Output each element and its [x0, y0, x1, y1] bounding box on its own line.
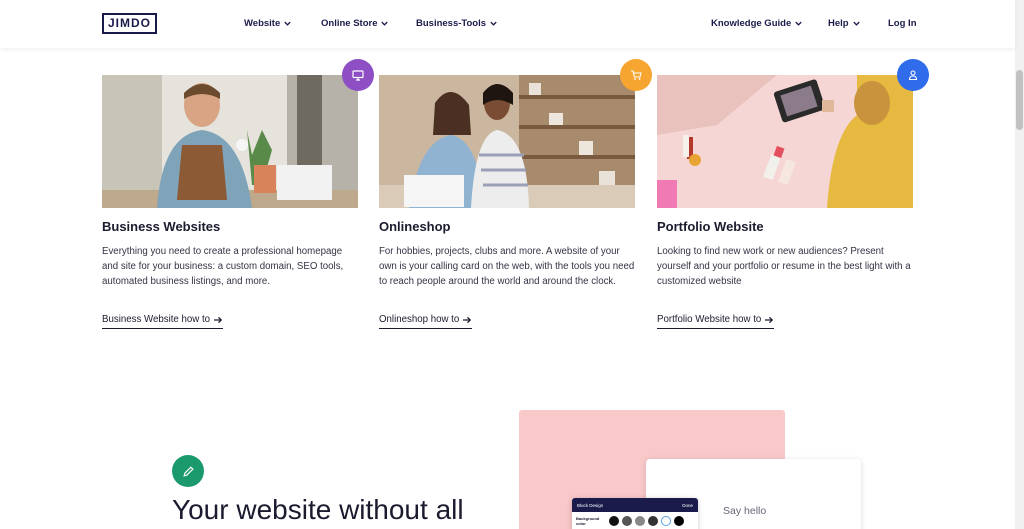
- card-link-business-website[interactable]: Business Website how to: [102, 314, 224, 329]
- nav-website-label: Website: [244, 18, 281, 29]
- card-description: Everything you need to create a professi…: [102, 246, 344, 287]
- chevron-down-icon: [794, 19, 803, 28]
- arrow-right-icon: [765, 316, 774, 323]
- person-icon: [908, 70, 918, 81]
- pencil-icon: [182, 465, 194, 477]
- chevron-down-icon: [283, 19, 292, 28]
- nav-online-store[interactable]: Online Store: [321, 18, 389, 29]
- cart-badge: [620, 59, 652, 91]
- card-image-onlineshop: [379, 75, 635, 208]
- nav-online-store-label: Online Store: [321, 18, 378, 29]
- card-link-portfolio-website[interactable]: Portfolio Website how to: [657, 314, 775, 329]
- scrollbar-thumb[interactable]: [1016, 70, 1023, 130]
- card-link-label: Onlineshop how to: [379, 314, 460, 325]
- card-onlineshop: Onlineshop For hobbies, projects, clubs …: [379, 75, 635, 329]
- site-header: JIMDO Website Online Store Business-Tool…: [0, 0, 1015, 48]
- person-badge: [897, 59, 929, 91]
- card-business-websites: Business Websites Everything you need to…: [102, 75, 358, 329]
- color-swatch[interactable]: [622, 516, 632, 526]
- color-swatch[interactable]: [609, 516, 619, 526]
- monitor-icon: [352, 70, 364, 81]
- color-swatch-selected[interactable]: [661, 516, 671, 526]
- pencil-badge: [172, 455, 204, 487]
- panel-title: Block Design: [577, 502, 604, 508]
- card-description: Looking to find new work or new audience…: [657, 246, 911, 287]
- color-swatch[interactable]: [635, 516, 645, 526]
- card-title: Portfolio Website: [657, 219, 764, 234]
- nav-help-label: Help: [828, 18, 849, 29]
- card-link-label: Business Website how to: [102, 314, 211, 325]
- say-hello-text: Say hello: [723, 505, 767, 517]
- card-title: Onlineshop: [379, 219, 451, 234]
- card-image-business: [102, 75, 358, 208]
- background-color-label: Background color: [576, 516, 600, 526]
- card-image-portfolio: [657, 75, 913, 208]
- monitor-badge: [342, 59, 374, 91]
- nav-help[interactable]: Help: [828, 18, 861, 29]
- panel-header: Block Design Done: [572, 498, 698, 512]
- chevron-down-icon: [380, 19, 389, 28]
- color-swatch[interactable]: [674, 516, 684, 526]
- card-portfolio: Portfolio Website Looking to find new wo…: [657, 75, 913, 329]
- nav-knowledge-guide[interactable]: Knowledge Guide: [711, 18, 803, 29]
- card-description: For hobbies, projects, clubs and more. A…: [379, 246, 635, 287]
- panel-done-button[interactable]: Done: [682, 503, 693, 508]
- chevron-down-icon: [852, 19, 861, 28]
- block-design-panel: Block Design Done Background color: [572, 498, 698, 529]
- jimdo-logo[interactable]: JIMDO: [102, 13, 157, 34]
- cart-icon: [631, 70, 642, 80]
- page-scrollbar[interactable]: [1015, 0, 1024, 529]
- section-heading: Your website without all: [172, 494, 464, 525]
- chevron-down-icon: [489, 19, 498, 28]
- nav-website[interactable]: Website: [244, 18, 292, 29]
- login-link[interactable]: Log In: [888, 18, 917, 29]
- nav-business-tools[interactable]: Business-Tools: [416, 18, 498, 29]
- card-link-onlineshop[interactable]: Onlineshop how to: [379, 314, 473, 329]
- color-swatch[interactable]: [648, 516, 658, 526]
- arrow-right-icon: [463, 316, 472, 323]
- panel-body: Background color: [572, 512, 698, 529]
- card-title: Business Websites: [102, 219, 221, 234]
- arrow-right-icon: [214, 316, 223, 323]
- card-link-label: Portfolio Website how to: [657, 314, 762, 325]
- nav-business-tools-label: Business-Tools: [416, 18, 487, 29]
- nav-knowledge-guide-label: Knowledge Guide: [711, 18, 792, 29]
